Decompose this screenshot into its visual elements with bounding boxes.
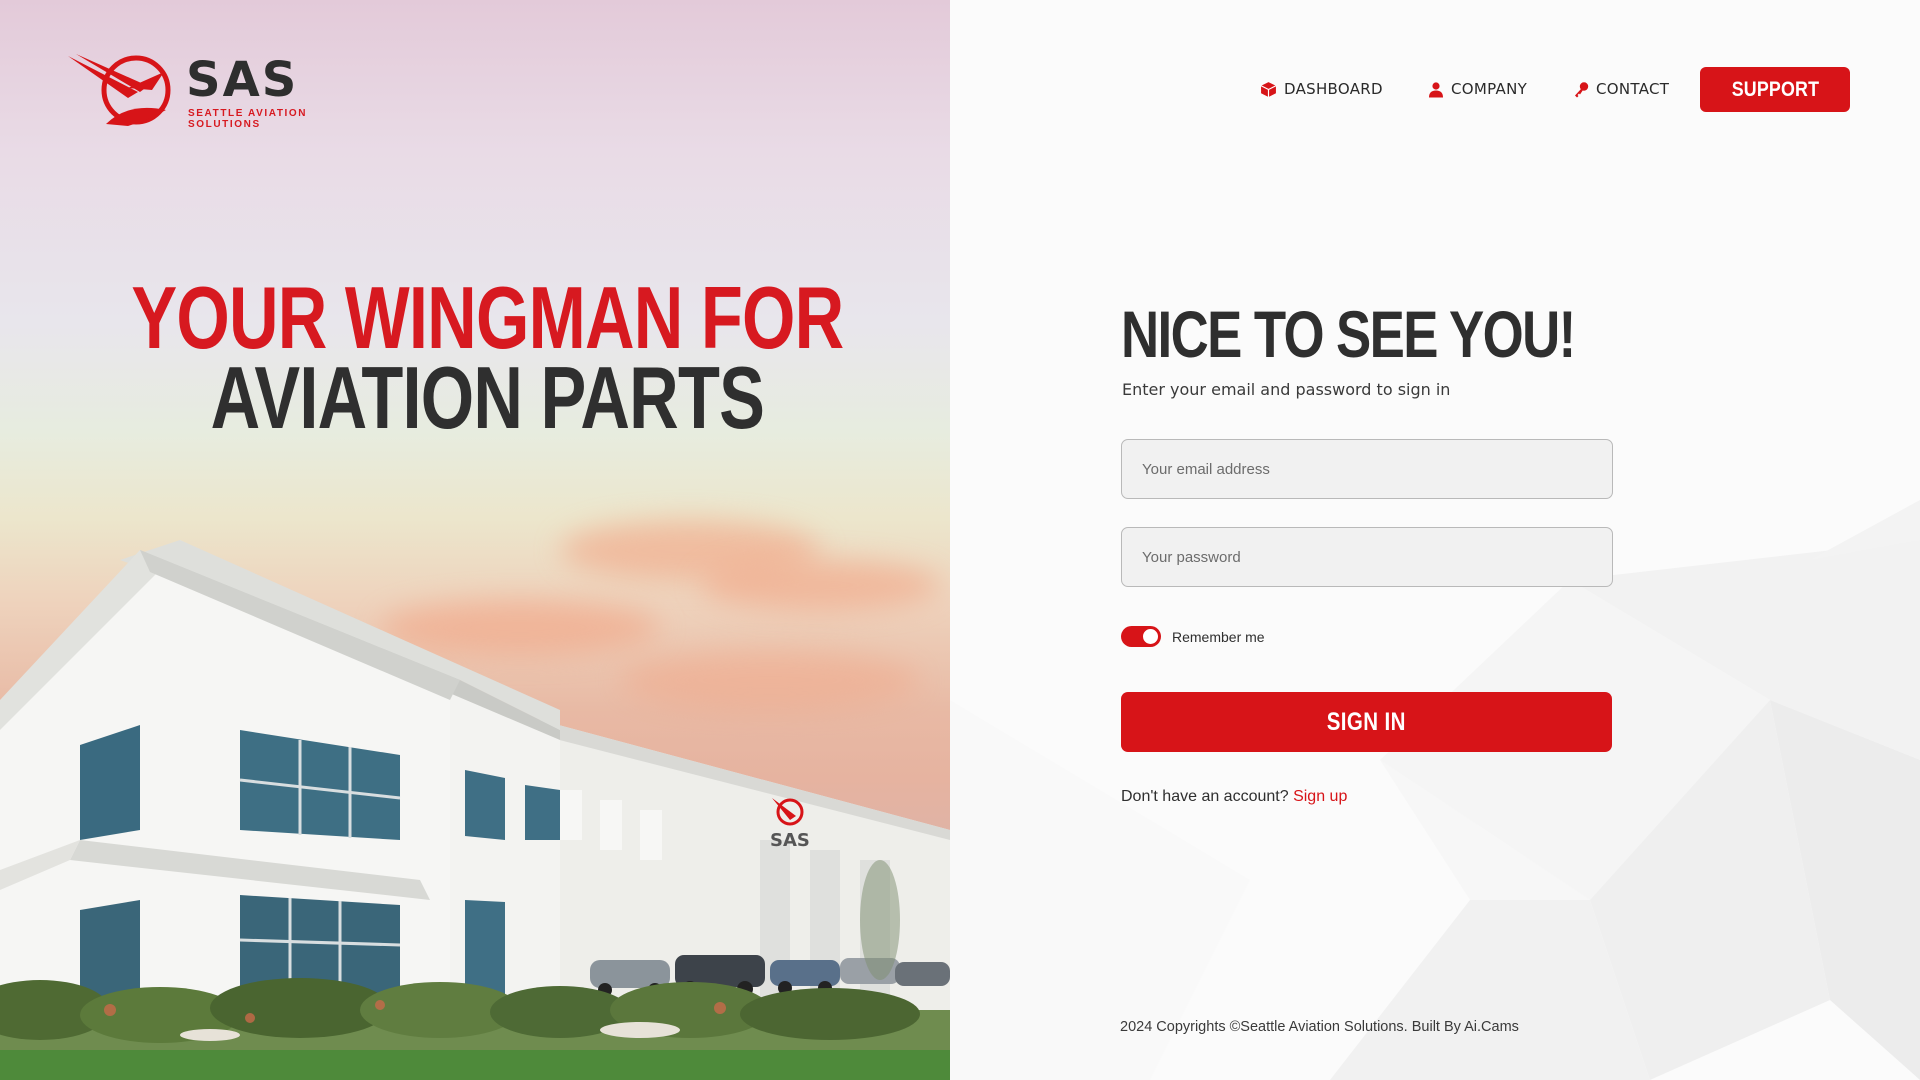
sign-up-link[interactable]: Sign up (1293, 788, 1347, 805)
brand-name: SAS (186, 52, 299, 108)
password-field[interactable] (1121, 527, 1613, 587)
signup-prompt: Don't have an account? Sign up (1121, 788, 1347, 806)
plane-logo-icon (68, 54, 171, 126)
email-field[interactable] (1121, 439, 1613, 499)
brand-tagline: SEATTLE AVIATION SOLUTIONS (188, 108, 308, 130)
sign-in-button[interactable]: SIGN IN (1121, 692, 1612, 752)
hero-headline: YOUR WINGMAN FOR AVIATION PARTS (107, 268, 868, 447)
signup-prompt-text: Don't have an account? (1121, 788, 1289, 805)
hero-line-1: YOUR WINGMAN FOR (131, 268, 844, 367)
nav-dashboard-label: DASHBOARD (1284, 80, 1383, 98)
signin-subtitle: Enter your email and password to sign in (1122, 380, 1451, 399)
footer-copyright: 2024 Copyrights ©Seattle Aviation Soluti… (1120, 1019, 1519, 1035)
remember-me-toggle[interactable]: Remember me (1121, 626, 1265, 647)
cube-icon (1260, 81, 1277, 97)
hero-line-2: AVIATION PARTS (210, 348, 765, 447)
remember-me-label: Remember me (1172, 628, 1265, 645)
nav-company-label: COMPANY (1451, 80, 1528, 98)
key-icon (1575, 81, 1589, 97)
toggle-knob (1143, 629, 1158, 644)
support-button-label: SUPPORT (1731, 77, 1819, 101)
nav-dashboard[interactable]: DASHBOARD (1260, 80, 1383, 98)
brand-logo[interactable]: SAS SEATTLE AVIATION SOLUTIONS (68, 50, 338, 130)
sign-in-button-label: SIGN IN (1326, 707, 1407, 736)
user-icon (1429, 81, 1443, 97)
hero-panel: SAS SEATTLE AVIATION SOLUTIONS YOUR WING… (0, 0, 950, 1080)
toggle-switch[interactable] (1121, 626, 1161, 647)
signin-title: NICE TO SEE YOU! (1121, 297, 1576, 371)
landscaping-shrubs (0, 978, 950, 1080)
nav-company[interactable]: COMPANY (1428, 80, 1527, 98)
building-sign-text: SAS (770, 830, 810, 851)
support-button[interactable]: SUPPORT (1700, 67, 1850, 112)
nav-contact[interactable]: CONTACT (1573, 80, 1669, 98)
nav-contact-label: CONTACT (1596, 80, 1670, 98)
warehouse-building-image: SAS (0, 540, 950, 1080)
